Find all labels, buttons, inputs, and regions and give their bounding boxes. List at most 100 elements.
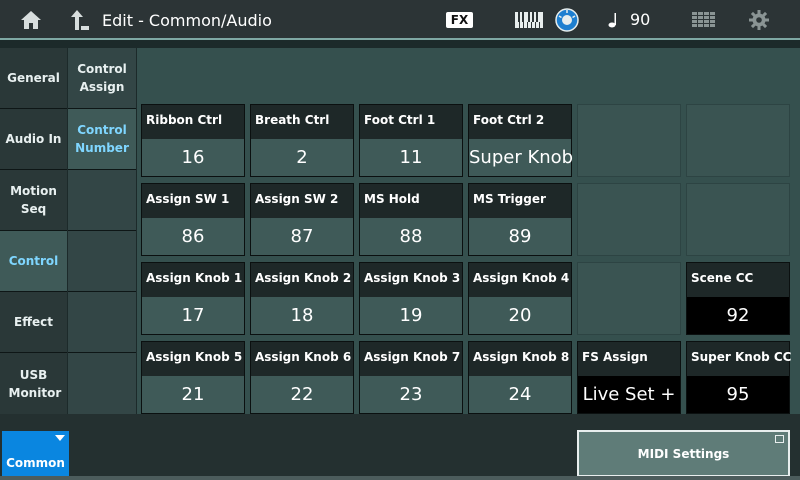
param-assign-knob-1[interactable]: Assign Knob 1 17 <box>141 262 245 335</box>
param-value: Super Knob <box>469 139 573 176</box>
common-button[interactable]: Common <box>2 431 69 480</box>
back-button[interactable] <box>66 0 94 40</box>
grid-icon <box>692 12 715 27</box>
param-label: Assign Knob 7 <box>360 342 462 376</box>
param-super-knob-cc[interactable]: Super Knob CC 95 <box>686 341 791 414</box>
empty-slot <box>577 262 681 335</box>
subtab-control-assign[interactable]: Control Assign <box>68 48 136 109</box>
param-breath-ctrl[interactable]: Breath Ctrl 2 <box>250 104 354 177</box>
subtab-empty <box>68 353 136 415</box>
dial-button[interactable] <box>554 0 580 40</box>
home-button[interactable] <box>14 0 48 40</box>
param-label: Foot Ctrl 1 <box>360 105 462 139</box>
param-value: Live Set + <box>578 376 680 413</box>
tab-label: Audio In <box>5 132 62 146</box>
tab-effect[interactable]: Effect <box>0 292 67 353</box>
param-label: Assign SW 1 <box>142 184 244 218</box>
param-value: 88 <box>360 218 462 255</box>
tab-audio-in[interactable]: Audio In <box>0 109 67 170</box>
param-value: 22 <box>251 376 353 413</box>
param-label: Breath Ctrl <box>251 105 353 139</box>
param-assign-knob-7[interactable]: Assign Knob 7 23 <box>359 341 463 414</box>
param-assign-knob-4[interactable]: Assign Knob 4 20 <box>468 262 572 335</box>
param-label: MS Hold <box>360 184 462 218</box>
param-foot-ctrl-2[interactable]: Foot Ctrl 2 Super Knob <box>468 104 573 177</box>
empty-slot <box>577 104 681 177</box>
param-label: Assign Knob 2 <box>251 263 353 297</box>
subtab-label: Control Assign <box>77 62 127 94</box>
header-bar: Edit - Common/Audio FX 90 <box>0 0 800 40</box>
param-value: 17 <box>142 297 244 334</box>
param-value: 16 <box>142 139 244 176</box>
param-value: 24 <box>469 376 571 413</box>
control-number-panel: Ribbon Ctrl 16 Breath Ctrl 2 Foot Ctrl 1… <box>137 48 800 414</box>
param-label: MS Trigger <box>469 184 571 218</box>
sub-tab-column: Control Assign Control Number <box>68 48 136 415</box>
home-icon <box>21 11 41 29</box>
tab-label: Effect <box>14 315 53 329</box>
tab-general[interactable]: General <box>0 48 67 109</box>
tab-label: Motion Seq <box>10 184 57 216</box>
tab-control[interactable]: Control <box>0 231 67 292</box>
left-tab-column: General Audio In Motion Seq Control Effe… <box>0 48 67 415</box>
param-assign-sw-2[interactable]: Assign SW 2 87 <box>250 183 354 256</box>
grid-button[interactable] <box>690 0 718 40</box>
param-value: 86 <box>142 218 244 255</box>
tab-label: General <box>7 71 60 85</box>
subtab-empty <box>68 231 136 292</box>
param-scene-cc[interactable]: Scene CC 92 <box>686 262 790 335</box>
param-value: 11 <box>360 139 462 176</box>
param-assign-knob-3[interactable]: Assign Knob 3 19 <box>359 262 463 335</box>
param-value: 2 <box>251 139 353 176</box>
param-value: 21 <box>142 376 244 413</box>
param-assign-knob-2[interactable]: Assign Knob 2 18 <box>250 262 354 335</box>
tab-motion-seq[interactable]: Motion Seq <box>0 170 67 231</box>
param-label: Assign Knob 8 <box>469 342 571 376</box>
common-label: Common <box>6 456 65 470</box>
gear-icon <box>749 10 769 30</box>
settings-button[interactable] <box>746 0 772 40</box>
param-ms-hold[interactable]: MS Hold 88 <box>359 183 463 256</box>
param-value: 92 <box>687 297 789 334</box>
param-label: Assign Knob 4 <box>469 263 571 297</box>
popup-window-icon <box>775 435 784 443</box>
param-assign-knob-6[interactable]: Assign Knob 6 22 <box>250 341 354 414</box>
param-label: FS Assign <box>578 342 680 376</box>
param-label: Assign Knob 1 <box>142 263 244 297</box>
param-value: 18 <box>251 297 353 334</box>
fx-badge[interactable]: FX <box>446 12 473 28</box>
param-value: 89 <box>469 218 571 255</box>
param-assign-knob-5[interactable]: Assign Knob 5 21 <box>141 341 245 414</box>
keyboard-button[interactable] <box>514 0 544 40</box>
param-assign-knob-8[interactable]: Assign Knob 8 24 <box>468 341 572 414</box>
param-label: Foot Ctrl 2 <box>469 105 571 139</box>
param-foot-ctrl-1[interactable]: Foot Ctrl 1 11 <box>359 104 463 177</box>
param-assign-sw-1[interactable]: Assign SW 1 86 <box>141 183 245 256</box>
midi-settings-button[interactable]: MIDI Settings <box>577 430 790 477</box>
param-label: Scene CC <box>687 263 789 297</box>
param-value: 20 <box>469 297 571 334</box>
param-ms-trigger[interactable]: MS Trigger 89 <box>468 183 572 256</box>
param-value: 95 <box>687 376 789 413</box>
dial-icon <box>555 8 579 32</box>
param-label: Ribbon Ctrl <box>142 105 244 139</box>
tab-label: Control <box>8 254 59 268</box>
param-label: Super Knob CC <box>687 342 791 376</box>
tab-label: USB Monitor <box>8 367 62 400</box>
empty-slot <box>577 183 681 256</box>
tempo-value: 90 <box>630 10 651 29</box>
tempo-display[interactable]: 90 <box>608 10 650 29</box>
subtab-empty <box>68 170 136 231</box>
subtab-label: Control Number <box>75 123 129 155</box>
empty-slot <box>686 183 790 256</box>
param-value: 23 <box>360 376 462 413</box>
param-value: 87 <box>251 218 353 255</box>
bottom-divider <box>0 476 800 480</box>
tab-usb-monitor[interactable]: USB Monitor <box>0 353 67 415</box>
param-label: Assign SW 2 <box>251 184 353 218</box>
subtab-control-number[interactable]: Control Number <box>68 109 136 170</box>
param-fs-assign[interactable]: FS Assign Live Set + <box>577 341 681 414</box>
note-icon <box>608 12 616 27</box>
midi-settings-label: MIDI Settings <box>637 446 730 461</box>
param-ribbon-ctrl[interactable]: Ribbon Ctrl 16 <box>141 104 245 177</box>
